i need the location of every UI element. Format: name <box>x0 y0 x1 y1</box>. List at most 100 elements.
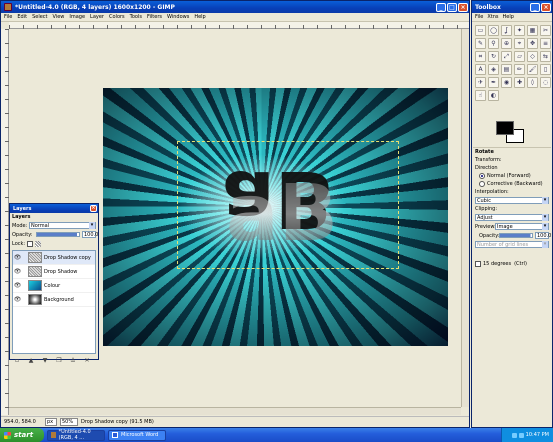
vertical-ruler[interactable] <box>1 29 9 415</box>
rect-select-tool-icon[interactable]: ▭ <box>475 25 486 36</box>
heal-tool-icon[interactable]: ✚ <box>514 77 525 88</box>
perspective-clone-tool-icon[interactable]: ◊ <box>527 77 538 88</box>
dodge-burn-tool-icon[interactable]: ◐ <box>488 90 499 101</box>
shear-tool-icon[interactable]: ▱ <box>514 51 525 62</box>
free-select-tool-icon[interactable]: ʆ <box>501 25 512 36</box>
zoom-selector[interactable]: 50% <box>60 418 78 426</box>
clock: 10:47 PM <box>525 432 549 438</box>
zoom-tool-icon[interactable]: ⊕ <box>501 38 512 49</box>
taskbar-item-word[interactable]: Microsoft Word <box>108 429 166 441</box>
duplicate-icon[interactable]: ❐ <box>55 357 63 364</box>
lower-icon[interactable]: ▼ <box>41 357 49 364</box>
tray-network-icon[interactable] <box>511 432 517 438</box>
menu-image[interactable]: Image <box>69 14 85 20</box>
convolve-tool-icon[interactable]: ◌ <box>540 77 551 88</box>
blend-tool-icon[interactable]: ▤ <box>501 64 512 75</box>
toolbox-titlebar[interactable]: Toolbox _ × <box>472 1 552 13</box>
fuzzy-select-tool-icon[interactable]: ✦ <box>514 25 525 36</box>
bucket-fill-tool-icon[interactable]: ◈ <box>488 64 499 75</box>
menu-file[interactable]: File <box>4 14 12 20</box>
flip-tool-icon[interactable]: ⇆ <box>540 51 551 62</box>
pencil-tool-icon[interactable]: ✏ <box>514 64 525 75</box>
opacity-slider[interactable] <box>36 232 80 237</box>
smudge-tool-icon[interactable]: ☝ <box>475 90 486 101</box>
menu-tools[interactable]: Tools <box>130 14 142 20</box>
move-tool-icon[interactable]: ✥ <box>527 38 538 49</box>
mode-select[interactable]: Normal <box>29 222 96 229</box>
layer-row[interactable]: 👁 Drop Shadow copy <box>13 251 95 265</box>
unit-selector[interactable]: px <box>45 418 57 426</box>
perspective-tool-icon[interactable]: ◇ <box>527 51 538 62</box>
lock-alpha-checkbox[interactable] <box>27 240 33 247</box>
new-layer-icon[interactable]: ▫ <box>13 357 21 364</box>
horizontal-ruler[interactable] <box>9 22 469 29</box>
visibility-eye-icon[interactable]: 👁 <box>13 296 22 303</box>
horizontal-scrollbar[interactable] <box>9 407 461 415</box>
taskbar-item-gimp[interactable]: *Untitled-4.0 (RGB, 4 ... <box>47 429 105 441</box>
direction-normal-radio[interactable]: Normal (Forward) <box>473 172 551 180</box>
menu-edit[interactable]: Edit <box>17 14 27 20</box>
direction-normal-label: Normal (Forward) <box>487 173 531 179</box>
toolbox-menu-help[interactable]: Help <box>503 14 514 20</box>
start-button[interactable]: start <box>0 428 44 442</box>
toolbox-close-button[interactable]: × <box>541 2 551 12</box>
opacity-value[interactable]: 100.0 <box>82 231 98 238</box>
anchor-icon[interactable]: ⚓ <box>69 357 77 364</box>
toolbox-menu-file[interactable]: File <box>475 14 483 20</box>
menu-windows[interactable]: Windows <box>167 14 189 20</box>
menu-view[interactable]: View <box>53 14 65 20</box>
raise-icon[interactable]: ▲ <box>27 357 35 364</box>
visibility-eye-icon[interactable]: 👁 <box>13 254 22 261</box>
color-picker-tool-icon[interactable]: ⚲ <box>488 38 499 49</box>
clone-tool-icon[interactable]: ◉ <box>501 77 512 88</box>
text-tool-icon[interactable]: A <box>475 64 486 75</box>
layer-thumbnail <box>28 280 42 291</box>
close-button[interactable]: × <box>458 2 468 12</box>
scissors-tool-icon[interactable]: ✂ <box>540 25 551 36</box>
visibility-eye-icon[interactable]: 👁 <box>13 282 22 289</box>
layers-titlebar[interactable]: Layers × <box>10 204 98 213</box>
interpolation-select[interactable]: Cubic <box>475 197 549 204</box>
menu-layer[interactable]: Layer <box>90 14 104 20</box>
clipping-select[interactable]: Adjust <box>475 214 549 221</box>
layer-row[interactable]: 👁 Colour <box>13 279 95 293</box>
color-select-tool-icon[interactable]: ▦ <box>527 25 538 36</box>
toolbox-minimize-button[interactable]: _ <box>530 2 540 12</box>
vertical-scrollbar[interactable] <box>461 29 469 407</box>
toolbox-window: Toolbox _ × File Xtns Help ▭ ◯ ʆ ✦ ▦ ✂ ✎ ⚲ ⊕ ⌖ ✥ ≡ ⌗… <box>471 0 553 428</box>
paintbrush-tool-icon[interactable]: 🖌 <box>527 64 538 75</box>
menu-help[interactable]: Help <box>194 14 205 20</box>
options-opacity-value[interactable]: 100.0 <box>535 232 551 239</box>
tool-options: Rotate Transform: Direction Normal (Forw… <box>473 147 551 268</box>
layer-row[interactable]: 👁 Background <box>13 293 95 307</box>
measure-tool-icon[interactable]: ⌖ <box>514 38 525 49</box>
direction-corrective-radio[interactable]: Corrective (Backward) <box>473 180 551 188</box>
menu-colors[interactable]: Colors <box>109 14 125 20</box>
menu-select[interactable]: Select <box>32 14 47 20</box>
scale-tool-icon[interactable]: ⤢ <box>501 51 512 62</box>
guides-select[interactable]: Number of grid lines <box>475 241 549 248</box>
layers-close-button[interactable]: × <box>90 205 97 212</box>
options-opacity-slider[interactable] <box>499 233 533 238</box>
minimize-button[interactable]: _ <box>436 2 446 12</box>
fifteen-degrees-checkbox[interactable] <box>475 260 481 267</box>
crop-tool-icon[interactable]: ⌗ <box>475 51 486 62</box>
tray-volume-icon[interactable] <box>518 432 524 438</box>
airbrush-tool-icon[interactable]: ✈ <box>475 77 486 88</box>
toolbox-menu-xtns[interactable]: Xtns <box>487 14 498 20</box>
preview-select[interactable]: Image <box>495 223 549 230</box>
windows-flag-icon <box>4 431 11 439</box>
maximize-button[interactable]: □ <box>447 2 457 12</box>
visibility-eye-icon[interactable]: 👁 <box>13 268 22 275</box>
layer-row[interactable]: 👁 Drop Shadow <box>13 265 95 279</box>
paths-tool-icon[interactable]: ✎ <box>475 38 486 49</box>
ellipse-select-tool-icon[interactable]: ◯ <box>488 25 499 36</box>
delete-icon[interactable]: ✕ <box>83 357 91 364</box>
rotate-tool-icon[interactable]: ↻ <box>488 51 499 62</box>
foreground-color-swatch[interactable] <box>496 121 514 135</box>
align-tool-icon[interactable]: ≡ <box>540 38 551 49</box>
main-titlebar[interactable]: *Untitled-4.0 (RGB, 4 layers) 1600x1200 … <box>1 1 469 13</box>
ink-tool-icon[interactable]: ✒ <box>488 77 499 88</box>
eraser-tool-icon[interactable]: ▯ <box>540 64 551 75</box>
menu-filters[interactable]: Filters <box>147 14 162 20</box>
